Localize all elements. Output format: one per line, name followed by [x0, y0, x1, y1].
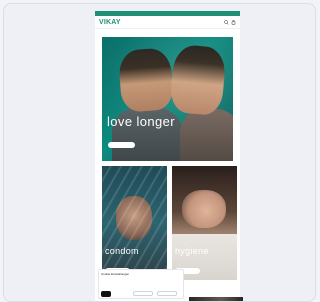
person-right-body: [180, 109, 233, 161]
card-title: hygiene: [175, 246, 209, 256]
card-title: condom: [105, 246, 139, 256]
hero-banner[interactable]: love longer: [102, 37, 233, 161]
brand-logo[interactable]: VIKAY: [99, 19, 121, 26]
hero-cta-button[interactable]: [108, 142, 135, 148]
hero-title: love longer: [107, 114, 175, 129]
cookie-text: [101, 277, 181, 287]
product-card-condom[interactable]: condom: [102, 166, 167, 280]
product-card-hygiene[interactable]: hygiene: [172, 166, 237, 280]
person-right: [169, 43, 227, 117]
cookie-title: Cookie Einstellungen: [101, 272, 130, 276]
browser-frame: VIKAY love longer condom hygiene Cookie …: [3, 3, 316, 302]
cookie-badge-icon: [101, 291, 111, 297]
card-image-person: [182, 190, 226, 228]
cookie-decline-button[interactable]: [157, 291, 177, 296]
card-image-wrap: [102, 166, 167, 280]
cookie-banner: Cookie Einstellungen: [98, 269, 184, 299]
top-navigation: VIKAY: [95, 16, 240, 29]
cart-icon[interactable]: [231, 19, 236, 25]
person-left: [117, 47, 175, 113]
cookie-accept-button[interactable]: [133, 291, 153, 296]
header-icons: [224, 19, 236, 25]
search-icon[interactable]: [224, 19, 229, 25]
next-section-preview: [189, 297, 243, 301]
